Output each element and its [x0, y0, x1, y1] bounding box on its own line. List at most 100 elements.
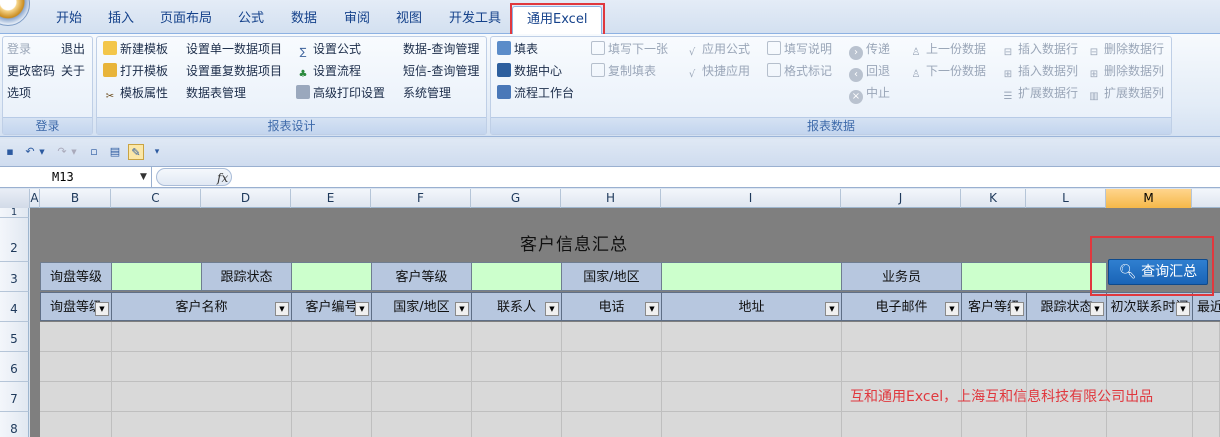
tab-formulas[interactable]: 公式 [238, 8, 264, 30]
filter-input-inquiry-level[interactable] [111, 262, 202, 291]
set-single-data-button[interactable]: 设置单一数据项目 [186, 39, 282, 59]
insert-row-button[interactable]: ⊟ 插入数据行 [1001, 39, 1078, 59]
row-header-4[interactable]: 4 [0, 292, 29, 322]
column-title-first-contact: 初次联系时间 ▼ [1106, 292, 1193, 321]
select-all-corner[interactable] [0, 189, 30, 208]
tab-review[interactable]: 审阅 [344, 8, 370, 30]
filter-dropdown-icon[interactable]: ▼ [455, 302, 469, 316]
column-header-h[interactable]: H [561, 189, 661, 208]
pass-button[interactable]: › 传递 [849, 39, 890, 60]
set-flow-button[interactable]: ♣ 设置流程 [296, 61, 362, 81]
template-properties-button[interactable]: ✂ 模板属性 [103, 83, 168, 103]
system-manage-button[interactable]: 系统管理 [403, 83, 451, 103]
form-icon[interactable]: ▤ [107, 144, 123, 160]
redo-icon[interactable]: ↷ [54, 144, 70, 160]
change-password-button[interactable]: 更改密码 [7, 61, 55, 81]
column-header-n[interactable] [1192, 189, 1220, 208]
set-repeat-data-button[interactable]: 设置重复数据项目 [186, 61, 282, 81]
column-header-a[interactable]: A [30, 189, 40, 208]
filter-dropdown-icon[interactable]: ▼ [275, 302, 289, 316]
row-header-2[interactable]: 2 [0, 218, 29, 262]
name-box[interactable]: M13 [0, 167, 152, 187]
filter-dropdown-icon[interactable]: ▼ [825, 302, 839, 316]
column-header-f[interactable]: F [371, 189, 471, 208]
row-header-3[interactable]: 3 [0, 262, 29, 292]
about-button[interactable]: 关于 [61, 61, 85, 81]
column-header-k[interactable]: K [961, 189, 1026, 208]
filter-input-country-region[interactable] [661, 262, 842, 291]
insert-function-icon[interactable]: fx [217, 169, 228, 187]
delete-column-button[interactable]: ⊞ 删除数据列 [1087, 61, 1164, 81]
save-icon[interactable]: ▪ [2, 144, 18, 160]
row-header-8[interactable]: 8 [0, 412, 29, 437]
flow-workbench-button[interactable]: 流程工作台 [497, 83, 574, 103]
copy-fill-button[interactable]: 复制填表 [591, 61, 656, 81]
delete-row-button[interactable]: ⊟ 删除数据行 [1087, 39, 1164, 59]
row-header-1[interactable]: 1 [0, 208, 29, 218]
column-header-c[interactable]: C [111, 189, 201, 208]
column-header-d[interactable]: D [201, 189, 291, 208]
insert-column-button[interactable]: ⊞ 插入数据列 [1001, 61, 1078, 81]
data-grid[interactable] [40, 322, 1220, 437]
filter-input-customer-level[interactable] [471, 262, 562, 291]
column-header-b[interactable]: B [40, 189, 111, 208]
prev-data-button[interactable]: ♙ 上一份数据 [909, 39, 987, 59]
format-mark-button[interactable]: 格式标记 [767, 61, 832, 81]
tab-view[interactable]: 视图 [396, 8, 422, 30]
options-button[interactable]: 选项 [7, 83, 31, 103]
column-header-l[interactable]: L [1026, 189, 1106, 208]
undo-icon[interactable]: ↶ [22, 144, 38, 160]
quick-apply-button[interactable]: √ 快捷应用 [685, 61, 750, 81]
filter-input-tracking-status[interactable] [291, 262, 372, 291]
filter-dropdown-icon[interactable]: ▼ [645, 302, 659, 316]
column-header-m[interactable]: M [1106, 189, 1192, 208]
worksheet[interactable]: 客户信息汇总 询盘等级 跟踪状态 客户等级 国家/地区 业务员 🔍︎ 查询汇总 … [30, 208, 1220, 437]
next-data-button[interactable]: ♙ 下一份数据 [909, 61, 987, 81]
open-template-button[interactable]: 打开模板 [103, 61, 168, 81]
tab-data[interactable]: 数据 [291, 8, 317, 30]
fill-next-button[interactable]: 填写下一张 [591, 39, 668, 59]
set-formula-button[interactable]: ∑ 设置公式 [296, 39, 361, 59]
logout-button[interactable]: 退出 [61, 39, 85, 59]
tab-home[interactable]: 开始 [56, 8, 82, 30]
data-center-button[interactable]: 数据中心 [497, 61, 562, 81]
filter-dropdown-icon[interactable]: ▼ [545, 302, 559, 316]
column-header-e[interactable]: E [291, 189, 371, 208]
tab-insert[interactable]: 插入 [108, 8, 134, 30]
expand-column-button[interactable]: ▥ 扩展数据列 [1087, 83, 1164, 103]
row-header-7[interactable]: 7 [0, 382, 29, 412]
undo-dropdown-icon[interactable]: ▼ [38, 144, 46, 160]
office-button-icon[interactable] [0, 0, 30, 26]
expand-row-button[interactable]: ☰ 扩展数据行 [1001, 83, 1079, 103]
column-header-g[interactable]: G [471, 189, 561, 208]
filter-dropdown-icon[interactable]: ▼ [1090, 302, 1104, 316]
new-template-button[interactable]: 新建模板 [103, 39, 168, 59]
column-header-i[interactable]: I [661, 189, 841, 208]
fill-form-button[interactable]: 填表 [497, 39, 538, 59]
row-header-6[interactable]: 6 [0, 352, 29, 382]
filter-dropdown-icon[interactable]: ▼ [95, 302, 109, 316]
filter-dropdown-icon[interactable]: ▼ [355, 302, 369, 316]
login-button[interactable]: 登录 [7, 39, 31, 59]
data-query-manage-button[interactable]: 数据-查询管理 [403, 39, 479, 59]
fill-instructions-button[interactable]: 填写说明 [767, 39, 832, 59]
filter-dropdown-icon[interactable]: ▼ [945, 302, 959, 316]
customize-qat-icon[interactable]: ▾ [152, 144, 162, 160]
advanced-print-button[interactable]: 高级打印设置 [296, 83, 385, 103]
filter-input-salesperson[interactable] [961, 262, 1107, 291]
tab-page-layout[interactable]: 页面布局 [160, 8, 212, 30]
name-box-dropdown-icon[interactable]: ▼ [140, 167, 147, 187]
rollback-button[interactable]: ‹ 回退 [849, 61, 890, 82]
redo-dropdown-icon[interactable]: ▼ [70, 144, 78, 160]
new-file-icon[interactable]: ▫ [86, 144, 102, 160]
sms-query-manage-button[interactable]: 短信-查询管理 [403, 61, 479, 81]
apply-formula-button[interactable]: √ 应用公式 [685, 39, 750, 59]
filter-dropdown-icon[interactable]: ▼ [1176, 302, 1190, 316]
data-table-manage-button[interactable]: 数据表管理 [186, 83, 246, 103]
filter-dropdown-icon[interactable]: ▼ [1010, 302, 1024, 316]
row-header-5[interactable]: 5 [0, 322, 29, 352]
abort-button[interactable]: × 中止 [849, 83, 890, 104]
column-header-j[interactable]: J [841, 189, 961, 208]
tab-developer[interactable]: 开发工具 [449, 8, 501, 30]
tool-icon[interactable]: ✎ [128, 144, 144, 160]
